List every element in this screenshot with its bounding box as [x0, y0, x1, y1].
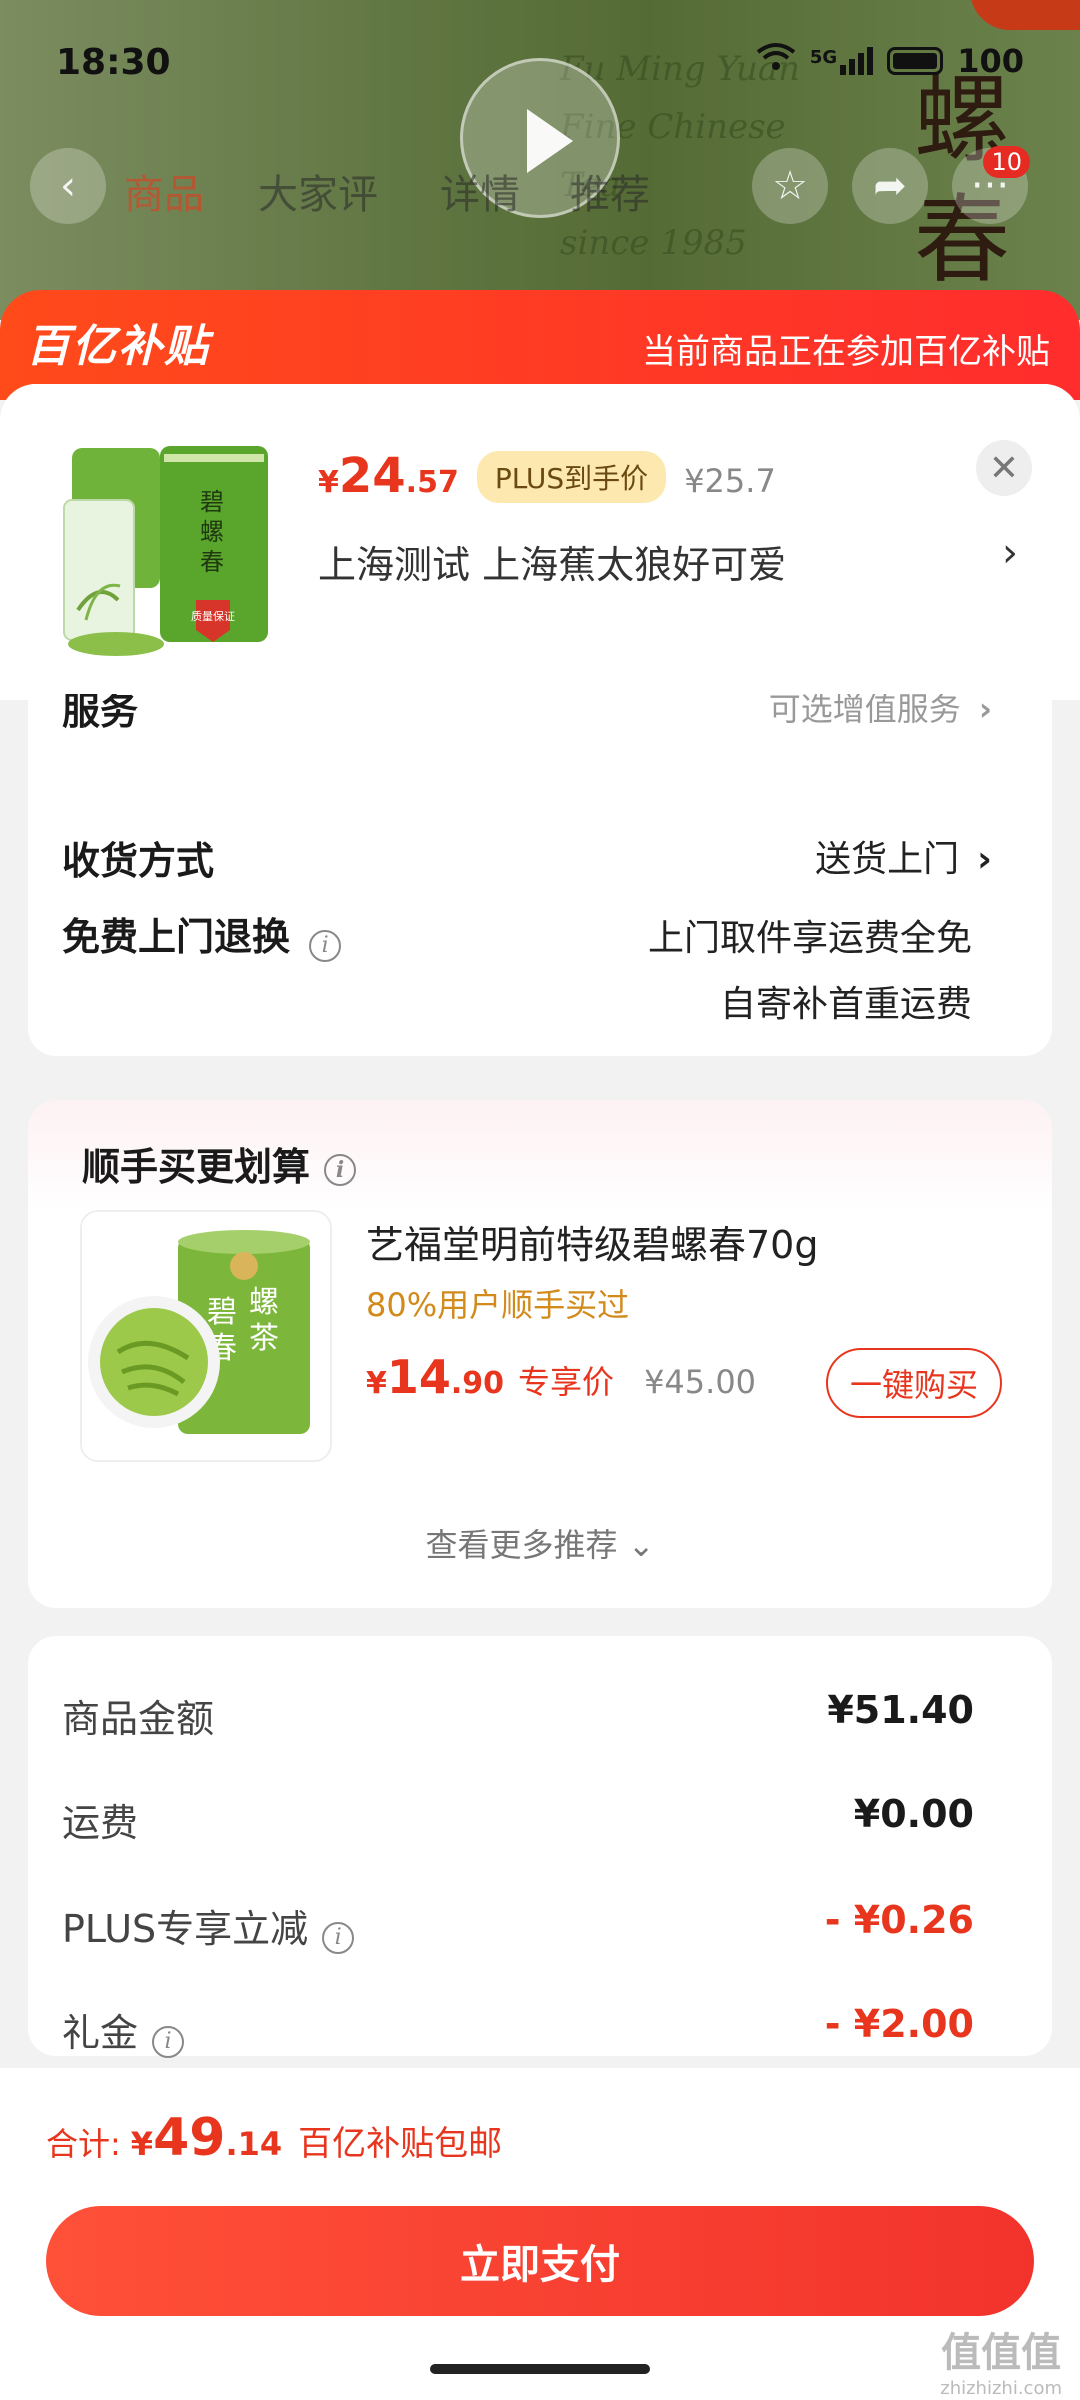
chevron-right-icon: › [977, 839, 992, 880]
recommend-sold-note: 80%用户顺手买过 [366, 1286, 630, 1324]
thumb-char: 茶 [249, 1321, 279, 1356]
recommend-price: ¥14.90 [366, 1350, 505, 1404]
notification-badge: 10 [983, 146, 1030, 178]
tab-reviews[interactable]: 大家评 [258, 162, 378, 220]
recommend-price-row: ¥14.90 专享价 ¥45.00 [366, 1350, 756, 1404]
free-return-value-2: 自寄补首重运费 [719, 984, 972, 1025]
info-icon[interactable]: i [309, 929, 342, 962]
status-time: 18:30 [56, 42, 171, 83]
recommend-product-name[interactable]: 艺福堂明前特级碧螺春70g [366, 1214, 818, 1269]
summary-row: 礼金 i - ¥2.00 [62, 2002, 974, 2058]
free-shipping-note: 百亿补贴包邮 [298, 2124, 503, 2164]
free-return-row: 免费上门退换 i 上门取件享运费全免 自寄补首重运费 [62, 906, 992, 1026]
thumb-char: 碧 [200, 488, 224, 516]
subsidy-message: 当前商品正在参加百亿补贴 [642, 332, 1050, 372]
service-row[interactable]: 服务 可选增值服务 › [62, 694, 992, 734]
plus-price-tag: PLUS到手价 [476, 451, 667, 503]
chevron-left-icon: ‹ [60, 163, 76, 209]
info-icon[interactable]: i [324, 1153, 357, 1186]
thumb-char: 春 [200, 548, 224, 576]
home-indicator[interactable] [430, 2364, 650, 2374]
share-icon: ➦ [873, 163, 907, 209]
service-value: 可选增值服务 [768, 694, 961, 728]
exclusive-price-tag: 专享价 [518, 1363, 615, 1401]
wifi-icon [756, 42, 796, 80]
delivery-method-row[interactable]: 收货方式 送货上门 › [62, 830, 992, 885]
summary-row: 运费 ¥0.00 [62, 1792, 974, 1845]
signal-icon: 5G [810, 47, 874, 75]
free-return-value-1: 上门取件享运费全免 [647, 918, 972, 959]
pay-now-button[interactable]: 立即支付 [46, 2206, 1034, 2316]
summary-row: 商品金额 ¥51.40 [62, 1688, 974, 1741]
one-click-buy-button[interactable]: 一键购买 [825, 1348, 1002, 1418]
product-thumbnail[interactable]: 碧 螺 春 质量保证 [56, 440, 282, 666]
battery-icon [887, 47, 944, 75]
tab-goods[interactable]: 商品 [124, 162, 204, 220]
chevron-right-icon: › [978, 694, 992, 728]
back-button[interactable]: ‹ [30, 148, 106, 224]
watermark: 值值值 zhizhizhi.com [940, 2330, 1062, 2399]
battery-level: 100 [957, 42, 1024, 80]
delivery-method-label: 收货方式 [62, 839, 215, 883]
product-price: ¥24.57 [318, 448, 459, 504]
product-price-row: ¥24.57 PLUS到手价 ¥25.7 [318, 448, 776, 507]
delivery-method-value: 送货上门 [815, 839, 960, 880]
favorite-button[interactable]: ☆ [752, 148, 828, 224]
thumb-char: 碧 [207, 1295, 237, 1330]
product-top-nav: ‹ 商品 大家评 详情 推荐 ☆ ➦ ··· 10 [0, 146, 1080, 228]
order-options-card: 服务 可选增值服务 › 收货方式 送货上门 › 免费上门退换 i 上门取件享运费全免… [28, 694, 1052, 1056]
original-price: ¥25.7 [684, 462, 776, 500]
more-recommendations-link[interactable]: 查看更多推荐 ⌄ [28, 1520, 1052, 1566]
recommendation-title: 顺手买更划算 [82, 1145, 311, 1189]
product-summary: 碧 螺 春 质量保证 ¥24.57 PLUS到手价 ¥25.7 ✕ 上海测试 上… [0, 384, 1080, 700]
checkout-bottom-bar: 合计: ¥ 49 .14 百亿补贴包邮 立即支付 [0, 2068, 1080, 2400]
recommend-old-price: ¥45.00 [644, 1363, 757, 1401]
quality-badge-text: 质量保证 [191, 609, 235, 623]
subsidy-logo: 百亿补贴 [26, 321, 210, 372]
share-button[interactable]: ➦ [852, 148, 928, 224]
delivery-address[interactable]: 上海测试 上海蕉太狼好可爱 [318, 534, 786, 589]
star-icon: ☆ [772, 163, 808, 209]
free-return-label: 免费上门退换 [62, 915, 291, 959]
order-total: 合计: ¥ 49 .14 百亿补贴包邮 [46, 2108, 503, 2168]
close-icon: ✕ [988, 447, 1020, 489]
chevron-down-icon: ⌄ [627, 1526, 655, 1564]
thumb-char: 螺 [200, 518, 224, 546]
info-icon[interactable]: i [322, 1921, 355, 1954]
tab-details[interactable]: 详情 [440, 162, 520, 220]
summary-row: PLUS专享立减 i - ¥0.26 [62, 1898, 974, 1954]
tab-recommend[interactable]: 推荐 [570, 162, 650, 220]
info-icon[interactable]: i [152, 2025, 185, 2058]
thumb-char: 螺 [249, 1285, 279, 1320]
price-summary-card: 商品金额 ¥51.40 运费 ¥0.00 PLUS专享立减 i - ¥0.26 礼… [28, 1636, 1052, 2058]
recommend-product-thumbnail[interactable]: 碧 螺 春 茶 [80, 1210, 332, 1462]
chevron-right-icon[interactable]: › [1002, 530, 1018, 576]
close-button[interactable]: ✕ [976, 440, 1032, 496]
recommendation-card: 顺手买更划算 i 碧 螺 春 茶 艺福堂明前特级碧螺春70g 80%用户顺手买过 … [28, 1100, 1052, 1608]
